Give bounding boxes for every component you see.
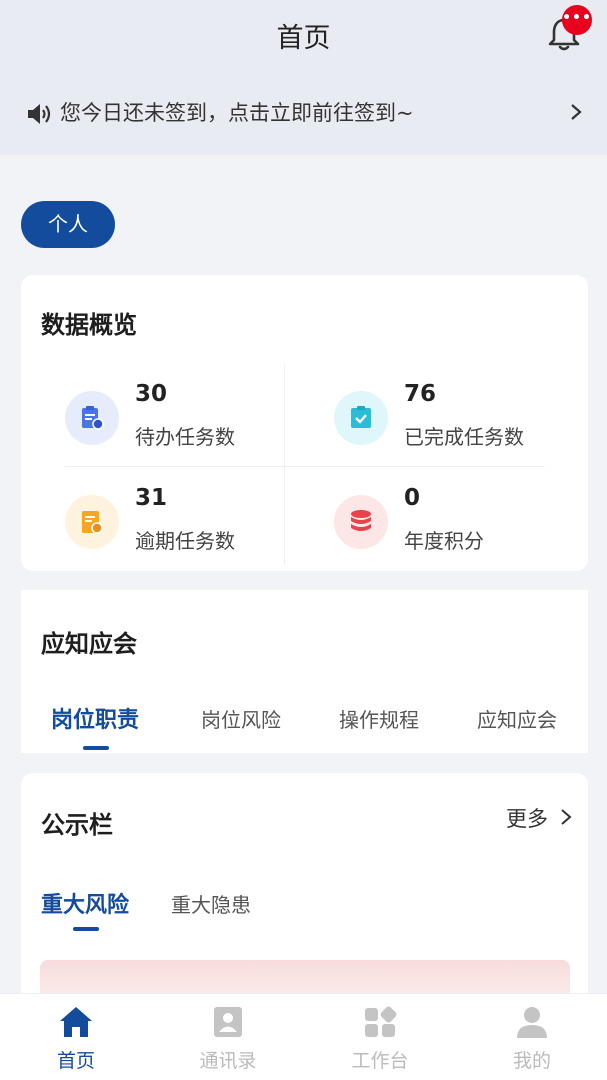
tab-job-duties[interactable]: 岗位职责 — [51, 702, 139, 734]
tabbar-label: 通讯录 — [199, 1050, 257, 1072]
overview-title: 数据概览 — [41, 311, 137, 339]
stat-value: 30 — [135, 381, 168, 407]
tabbar-profile[interactable]: 我的 — [456, 994, 607, 1080]
done-clipboard-icon — [334, 391, 388, 445]
stat-completed[interactable]: 76 已完成任务数 — [334, 381, 594, 471]
bulletin-card: 公示栏 更多 重大风险 重大隐患 — [21, 773, 588, 1020]
tab-required-knowledge[interactable]: 应知应会 — [477, 704, 557, 733]
workbench-icon — [365, 1006, 397, 1037]
tab-major-risks[interactable]: 重大风险 — [41, 887, 129, 919]
page-title: 首页 — [276, 23, 331, 54]
notification-badge[interactable]: ••• — [562, 5, 592, 35]
active-tab-indicator — [73, 927, 99, 931]
stat-label: 逾期任务数 — [135, 529, 235, 553]
todo-clipboard-icon — [65, 391, 119, 445]
stat-label: 已完成任务数 — [404, 425, 524, 449]
stat-label: 年度积分 — [404, 529, 484, 553]
tab-job-risks[interactable]: 岗位风险 — [201, 704, 281, 733]
chevron-right-icon[interactable] — [560, 809, 572, 825]
coin-stack-icon — [334, 495, 388, 549]
tabbar-label: 首页 — [56, 1050, 95, 1072]
notice-text: 您今日还未签到，点击立即前往签到~ — [60, 101, 414, 125]
tab-major-hazards[interactable]: 重大隐患 — [171, 889, 251, 918]
stat-value: 0 — [404, 485, 421, 511]
speaker-icon — [28, 104, 51, 124]
tabbar-workbench[interactable]: 工作台 — [304, 994, 456, 1080]
checkin-notice[interactable]: 您今日还未签到，点击立即前往签到~ — [0, 85, 607, 141]
stat-overdue[interactable]: 31 逾期任务数 — [65, 485, 325, 575]
tabbar-contacts[interactable]: 通讯录 — [152, 994, 304, 1080]
knowledge-card: 应知应会 岗位职责 岗位风险 操作规程 应知应会 — [21, 590, 588, 753]
bottom-tab-bar: 首页 通讯录 工作台 我的 — [0, 993, 607, 1080]
stat-points[interactable]: 0 年度积分 — [334, 485, 594, 575]
chevron-right-icon — [571, 104, 582, 120]
stat-label: 待办任务数 — [135, 425, 235, 449]
stat-value: 76 — [404, 381, 437, 407]
scope-personal-button[interactable]: 个人 — [21, 201, 115, 248]
top-header: 首页 ••• 您今日还未签到，点击立即前往签到~ — [0, 0, 607, 155]
knowledge-title: 应知应会 — [41, 630, 137, 658]
more-link[interactable]: 更多 — [506, 803, 548, 833]
home-icon — [60, 1007, 92, 1037]
tabbar-label: 我的 — [512, 1050, 551, 1072]
data-overview-card: 数据概览 30 待办任务数 76 已完成任务数 31 逾期任务数 0 年度积分 — [21, 275, 588, 571]
tabbar-label: 工作台 — [351, 1050, 409, 1072]
overdue-doc-icon — [65, 495, 119, 549]
tabbar-home[interactable]: 首页 — [0, 994, 152, 1080]
bulletin-title: 公示栏 — [41, 811, 113, 839]
contacts-icon — [214, 1007, 242, 1037]
tab-operating-procedures[interactable]: 操作规程 — [339, 704, 419, 733]
stat-todo[interactable]: 30 待办任务数 — [65, 381, 325, 471]
stat-value: 31 — [135, 485, 168, 511]
active-tab-indicator — [83, 746, 109, 750]
profile-icon — [517, 1007, 547, 1038]
